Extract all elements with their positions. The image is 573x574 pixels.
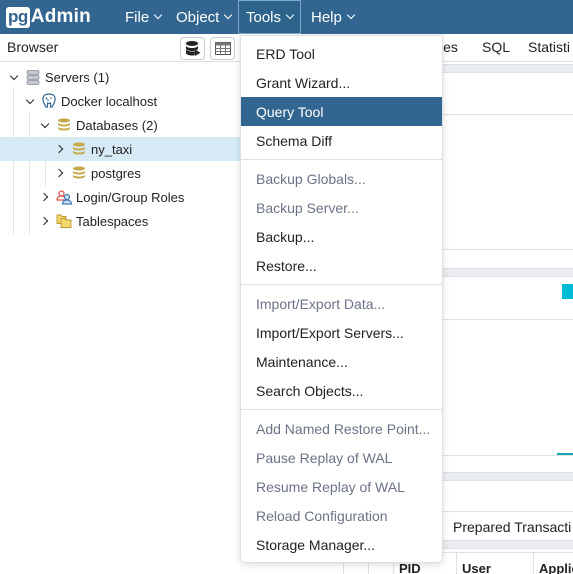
query-tool-button[interactable]: [180, 37, 205, 60]
menu-item-pause-replay-wal: Pause Replay of WAL: [241, 443, 442, 472]
chevron-down-icon[interactable]: [37, 117, 53, 133]
tree-node-database-postgres[interactable]: postgres: [0, 161, 240, 185]
database-play-icon: [185, 41, 200, 56]
menu-item-label: Pause Replay of WAL: [256, 449, 393, 466]
tree-node-servers[interactable]: Servers (1): [0, 65, 240, 89]
menu-item-erd-tool[interactable]: ERD Tool: [241, 39, 442, 68]
menu-item-grant-wizard[interactable]: Grant Wizard...: [241, 68, 442, 97]
tree-node-label: postgres: [91, 165, 141, 181]
menu-item-label: ERD Tool: [256, 45, 315, 62]
chevron-right-icon[interactable]: [37, 189, 53, 205]
menu-item-label: Search Objects...: [256, 382, 364, 399]
servers-icon: [24, 69, 42, 85]
table-grid-icon: [214, 42, 231, 55]
chart-legend-swatch: [562, 284, 573, 299]
tree-node-tablespaces[interactable]: Tablespaces: [0, 209, 240, 233]
tab-statistics[interactable]: Statisti: [528, 39, 570, 55]
chevron-down-icon[interactable]: [22, 93, 38, 109]
chevron-right-icon[interactable]: [52, 141, 68, 157]
pgadmin-logo[interactable]: pg Admin: [6, 6, 91, 28]
menu-divider: [241, 159, 442, 160]
tree-node-label: Tablespaces: [76, 213, 149, 229]
tools-dropdown-menu: ERD Tool Grant Wizard... Query Tool Sche…: [240, 35, 443, 563]
postgres-elephant-icon: [40, 93, 58, 109]
chevron-down-icon[interactable]: [6, 69, 22, 85]
menu-item-label: Import/Export Servers...: [256, 324, 404, 341]
tree-node-label: Login/Group Roles: [76, 189, 185, 205]
menu-item-label: Import/Export Data...: [256, 295, 386, 312]
menu-item-restore[interactable]: Restore...: [241, 251, 442, 280]
chevron-right-icon[interactable]: [37, 213, 53, 229]
chevron-down-icon: [346, 10, 356, 20]
tree-node-database-ny-taxi[interactable]: ny_taxi: [0, 137, 240, 161]
database-icon: [70, 165, 88, 181]
tab-prepared-transactions[interactable]: Prepared Transacti: [453, 519, 571, 535]
menu-item-import-export-servers[interactable]: Import/Export Servers...: [241, 318, 442, 347]
browser-panel-header: Browser: [0, 34, 240, 62]
menu-item-backup-globals: Backup Globals...: [241, 164, 442, 193]
menu-item-label: Grant Wizard...: [256, 74, 351, 91]
menu-object[interactable]: Object: [169, 0, 238, 34]
menu-divider: [241, 284, 442, 285]
menu-item-label: Restore...: [256, 257, 317, 274]
menu-item-add-named-restore-point: Add Named Restore Point...: [241, 414, 442, 443]
tree-node-login-group-roles[interactable]: Login/Group Roles: [0, 185, 240, 209]
menu-tools[interactable]: Tools: [238, 0, 301, 34]
menu-item-label: Schema Diff: [256, 132, 332, 149]
chevron-down-icon: [153, 10, 163, 20]
menu-help-label: Help: [311, 8, 342, 26]
menu-help[interactable]: Help: [304, 0, 361, 34]
menu-item-backup-server: Backup Server...: [241, 193, 442, 222]
grid-col-user[interactable]: User: [456, 553, 533, 574]
menu-item-label: Backup...: [256, 228, 315, 245]
menu-file[interactable]: File: [118, 0, 168, 34]
tablespaces-icon: [55, 213, 73, 229]
menu-item-label: Backup Globals...: [256, 170, 366, 187]
menu-divider: [241, 409, 442, 410]
menu-item-query-tool[interactable]: Query Tool: [241, 97, 442, 126]
menu-file-label: File: [125, 8, 150, 26]
menu-item-label: Resume Replay of WAL: [256, 478, 405, 495]
roles-icon: [55, 189, 73, 205]
grid-col-application[interactable]: Applic: [533, 553, 573, 574]
menu-item-schema-diff[interactable]: Schema Diff: [241, 126, 442, 155]
menu-object-label: Object: [176, 8, 220, 26]
menu-item-storage-manager[interactable]: Storage Manager...: [241, 530, 442, 559]
menu-item-reload-configuration: Reload Configuration: [241, 501, 442, 530]
menu-item-label: Maintenance...: [256, 353, 348, 370]
tree-node-label: Servers (1): [45, 69, 110, 85]
menu-item-resume-replay-wal: Resume Replay of WAL: [241, 472, 442, 501]
database-icon: [70, 141, 88, 157]
chevron-down-icon: [285, 10, 295, 20]
menu-item-import-export-data: Import/Export Data...: [241, 289, 442, 318]
top-navbar: pg Admin File Object Tools Help: [0, 0, 573, 34]
tree-node-label: ny_taxi: [91, 141, 133, 157]
tree-node-label: Databases (2): [76, 117, 158, 133]
chevron-right-icon[interactable]: [52, 165, 68, 181]
tree-node-label: Docker localhost: [61, 93, 158, 109]
tab-sql[interactable]: SQL: [482, 39, 510, 55]
browser-title: Browser: [7, 39, 59, 55]
menu-item-label: Reload Configuration: [256, 507, 388, 524]
chevron-down-icon: [224, 10, 233, 20]
logo-pg: pg: [6, 6, 30, 28]
tree-node-databases[interactable]: Databases (2): [0, 113, 240, 137]
logo-admin: Admin: [30, 6, 91, 27]
menu-item-label: Backup Server...: [256, 199, 359, 216]
view-data-button[interactable]: [210, 37, 235, 60]
databases-icon: [55, 117, 73, 133]
menu-item-maintenance[interactable]: Maintenance...: [241, 347, 442, 376]
menu-tools-label: Tools: [246, 8, 282, 26]
tree-node-server-docker-localhost[interactable]: Docker localhost: [0, 89, 240, 113]
menu-item-backup[interactable]: Backup...: [241, 222, 442, 251]
menu-item-search-objects[interactable]: Search Objects...: [241, 376, 442, 405]
menu-item-label: Add Named Restore Point...: [256, 420, 431, 437]
menu-item-label: Storage Manager...: [256, 536, 376, 553]
menu-item-label: Query Tool: [256, 103, 324, 120]
